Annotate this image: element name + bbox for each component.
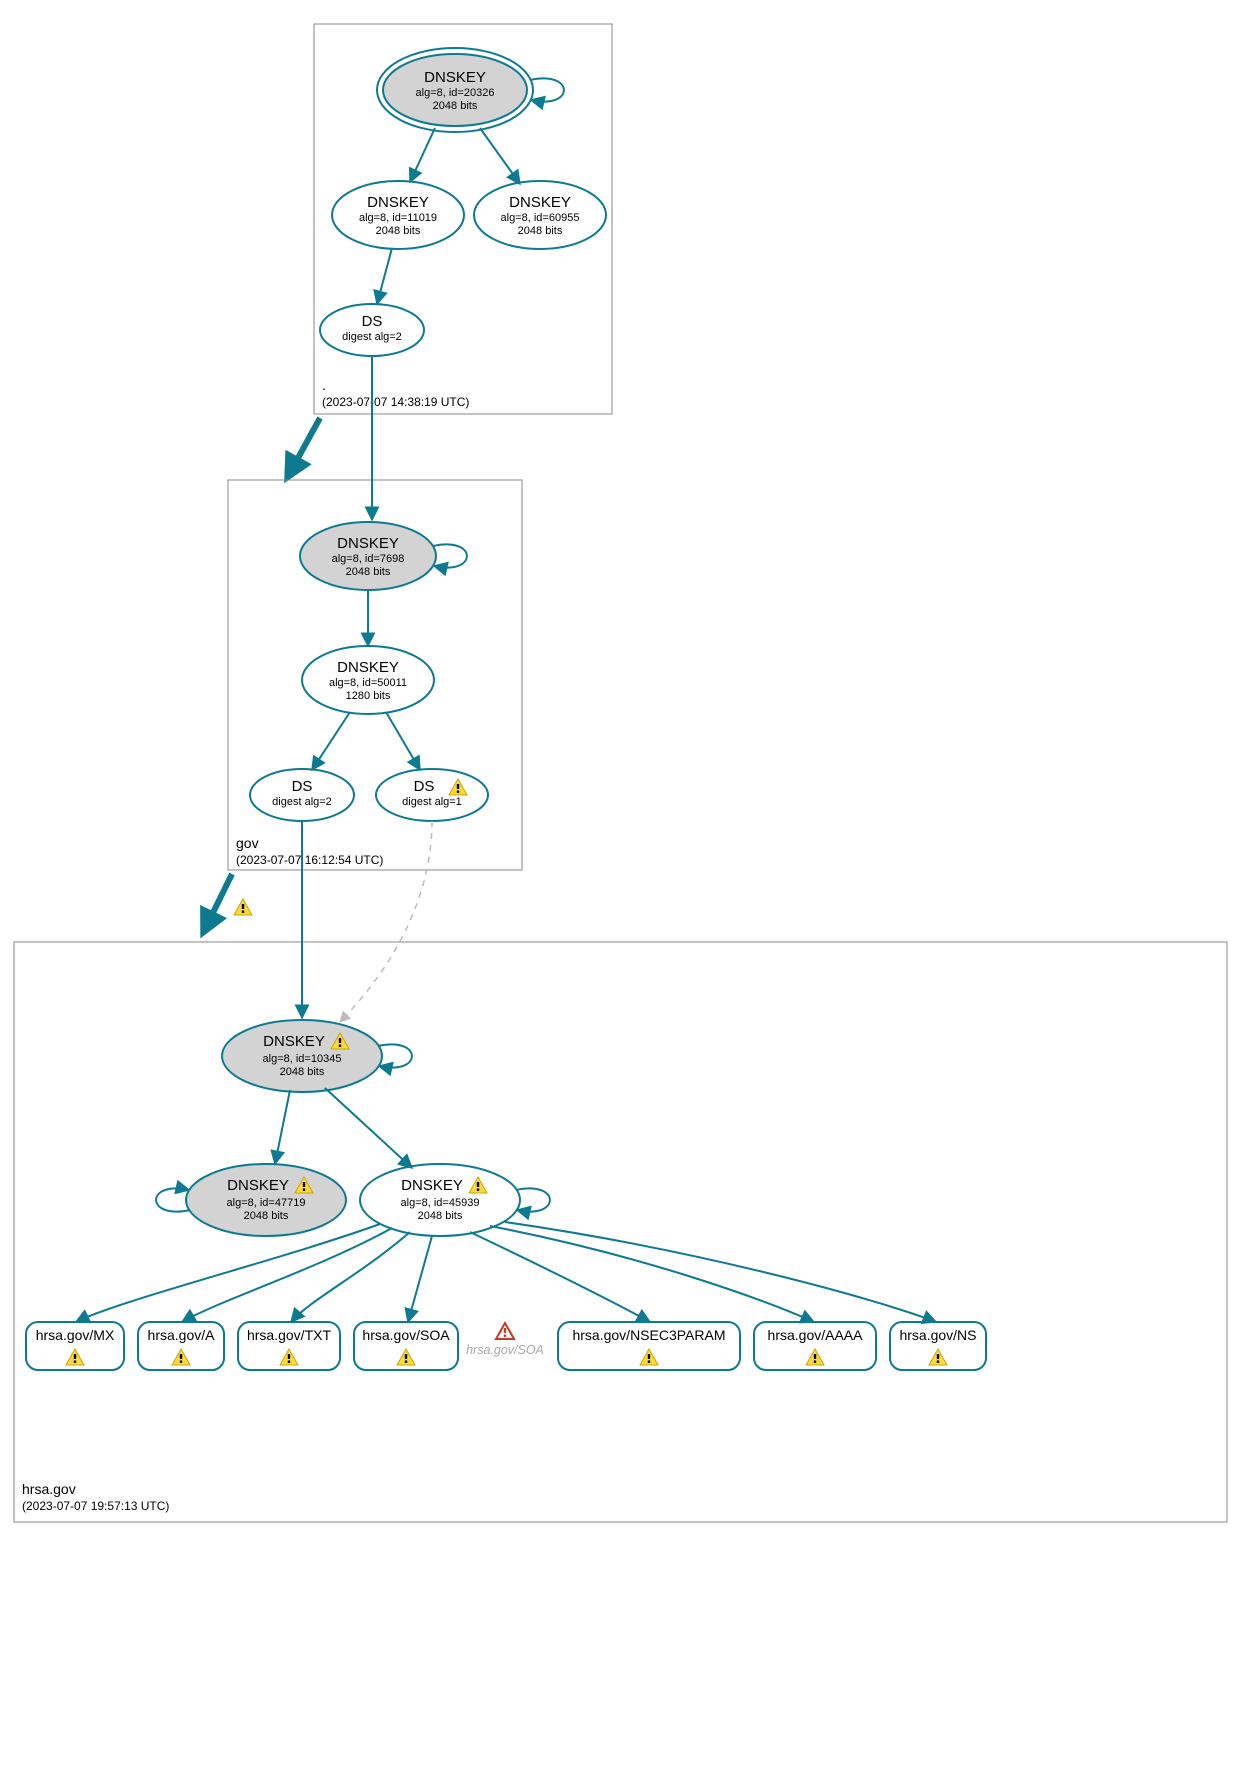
- node-hrsa-ksk: DNSKEY alg=8, id=10345 2048 bits: [222, 1020, 382, 1092]
- svg-text:DNSKEY: DNSKEY: [367, 194, 429, 211]
- svg-text:alg=8, id=47719: alg=8, id=47719: [227, 1197, 306, 1209]
- zone-hrsa-title: hrsa.gov: [22, 1481, 76, 1497]
- edge-deleg-root-gov: [287, 418, 320, 478]
- svg-text:alg=8, id=60955: alg=8, id=60955: [501, 212, 580, 224]
- node-hrsa-zsk2: DNSKEY alg=8, id=45939 2048 bits: [360, 1164, 520, 1236]
- rrset-nsec3param: hrsa.gov/NSEC3PARAM: [558, 1322, 740, 1370]
- svg-text:DS: DS: [362, 313, 383, 330]
- edge-zsk2-a: [182, 1228, 392, 1322]
- node-hrsa-zsk1: DNSKEY alg=8, id=47719 2048 bits: [186, 1164, 346, 1236]
- zone-gov-time: (2023-07-07 16:12:54 UTC): [236, 853, 383, 867]
- rrset-aaaa: hrsa.gov/AAAA: [754, 1322, 876, 1370]
- zone-root-time: (2023-07-07 14:38:19 UTC): [322, 395, 469, 409]
- svg-text:DS: DS: [414, 778, 435, 795]
- edge-zsk2-soa: [408, 1236, 432, 1322]
- edge-rootksk-zsk2: [480, 128, 520, 184]
- svg-text:hrsa.gov/TXT: hrsa.gov/TXT: [247, 1327, 331, 1343]
- svg-text:DNSKEY: DNSKEY: [337, 535, 399, 552]
- svg-text:DS: DS: [292, 778, 313, 795]
- edge-govzsk-ds2: [386, 712, 420, 770]
- edge-hrsaksk-zsk2: [325, 1088, 412, 1168]
- rrset-mx: hrsa.gov/MX: [26, 1322, 124, 1370]
- node-root-zsk1: DNSKEY alg=8, id=11019 2048 bits: [332, 181, 464, 249]
- edge-deleg-gov-hrsa: [203, 874, 232, 933]
- svg-text:2048 bits: 2048 bits: [376, 225, 421, 237]
- error-icon: [496, 1323, 514, 1339]
- svg-text:hrsa.gov/MX: hrsa.gov/MX: [36, 1327, 115, 1343]
- svg-text:2048 bits: 2048 bits: [518, 225, 563, 237]
- zone-root-title: .: [322, 377, 326, 393]
- svg-text:2048 bits: 2048 bits: [280, 1066, 325, 1078]
- edge-zsk2-txt: [291, 1232, 410, 1322]
- node-gov-zsk: DNSKEY alg=8, id=50011 1280 bits: [302, 646, 434, 714]
- edge-hrsaksk-zsk1: [275, 1090, 290, 1164]
- edge-govds2-hrsaksk: [340, 821, 432, 1022]
- node-root-ds: DS digest alg=2: [320, 304, 424, 356]
- node-gov-ds1: DS digest alg=2: [250, 769, 354, 821]
- svg-text:1280 bits: 1280 bits: [346, 690, 391, 702]
- dnssec-graph: . (2023-07-07 14:38:19 UTC) DNSKEY alg=8…: [0, 0, 1241, 1766]
- edge-zsk2-ns: [505, 1222, 936, 1322]
- edge-hrsazsk2-self: [516, 1188, 550, 1211]
- svg-text:hrsa.gov/A: hrsa.gov/A: [148, 1327, 216, 1343]
- warning-icon: [234, 899, 252, 915]
- svg-text:digest alg=2: digest alg=2: [272, 796, 332, 808]
- edge-rootksk-zsk1: [410, 128, 435, 182]
- edge-zsk2-nsec: [470, 1232, 650, 1322]
- svg-text:alg=8, id=20326: alg=8, id=20326: [416, 87, 495, 99]
- edge-hrsaksk-self: [378, 1044, 412, 1067]
- svg-text:digest alg=1: digest alg=1: [402, 796, 462, 808]
- edge-zsk2-mx: [76, 1224, 380, 1322]
- node-gov-ds2: DS digest alg=1: [376, 769, 488, 821]
- svg-text:alg=8, id=11019: alg=8, id=11019: [359, 212, 437, 224]
- zone-gov-title: gov: [236, 835, 259, 851]
- svg-text:DNSKEY: DNSKEY: [227, 1177, 289, 1194]
- svg-text:hrsa.gov/SOA: hrsa.gov/SOA: [466, 1343, 544, 1357]
- svg-text:digest alg=2: digest alg=2: [342, 331, 402, 343]
- svg-text:alg=8, id=7698: alg=8, id=7698: [332, 553, 405, 565]
- svg-text:hrsa.gov/NSEC3PARAM: hrsa.gov/NSEC3PARAM: [572, 1327, 725, 1343]
- svg-text:hrsa.gov/SOA: hrsa.gov/SOA: [362, 1327, 450, 1343]
- svg-text:DNSKEY: DNSKEY: [509, 194, 571, 211]
- svg-text:2048 bits: 2048 bits: [346, 566, 391, 578]
- svg-text:2048 bits: 2048 bits: [244, 1210, 289, 1222]
- svg-text:2048 bits: 2048 bits: [433, 100, 478, 112]
- node-gov-ksk: DNSKEY alg=8, id=7698 2048 bits: [300, 522, 436, 590]
- edge-root-ksk-self: [530, 78, 564, 101]
- edge-rootzsk1-ds: [377, 248, 392, 304]
- edge-hrsazsk1-self: [156, 1188, 190, 1211]
- svg-text:2048 bits: 2048 bits: [418, 1210, 463, 1222]
- rrset-soa-insecure: hrsa.gov/SOA: [466, 1323, 544, 1357]
- node-root-ksk: DNSKEY alg=8, id=20326 2048 bits: [377, 48, 533, 132]
- rrset-txt: hrsa.gov/TXT: [238, 1322, 340, 1370]
- svg-text:DNSKEY: DNSKEY: [337, 659, 399, 676]
- rrset-ns: hrsa.gov/NS: [890, 1322, 986, 1370]
- svg-text:alg=8, id=45939: alg=8, id=45939: [401, 1197, 480, 1209]
- svg-text:hrsa.gov/AAAA: hrsa.gov/AAAA: [768, 1327, 864, 1343]
- svg-text:alg=8, id=10345: alg=8, id=10345: [263, 1053, 342, 1065]
- svg-text:DNSKEY: DNSKEY: [401, 1177, 463, 1194]
- zone-hrsa: [14, 942, 1227, 1522]
- svg-text:alg=8, id=50011: alg=8, id=50011: [329, 677, 407, 689]
- edge-zsk2-aaaa: [490, 1226, 814, 1322]
- edge-govzsk-ds1: [312, 712, 350, 770]
- svg-text:DNSKEY: DNSKEY: [263, 1033, 325, 1050]
- edge-govksk-self: [433, 544, 467, 567]
- svg-text:DNSKEY: DNSKEY: [424, 69, 486, 86]
- zone-hrsa-time: (2023-07-07 19:57:13 UTC): [22, 1499, 169, 1513]
- svg-text:hrsa.gov/NS: hrsa.gov/NS: [899, 1327, 976, 1343]
- rrset-a: hrsa.gov/A: [138, 1322, 224, 1370]
- node-root-zsk2: DNSKEY alg=8, id=60955 2048 bits: [474, 181, 606, 249]
- rrset-soa: hrsa.gov/SOA: [354, 1322, 458, 1370]
